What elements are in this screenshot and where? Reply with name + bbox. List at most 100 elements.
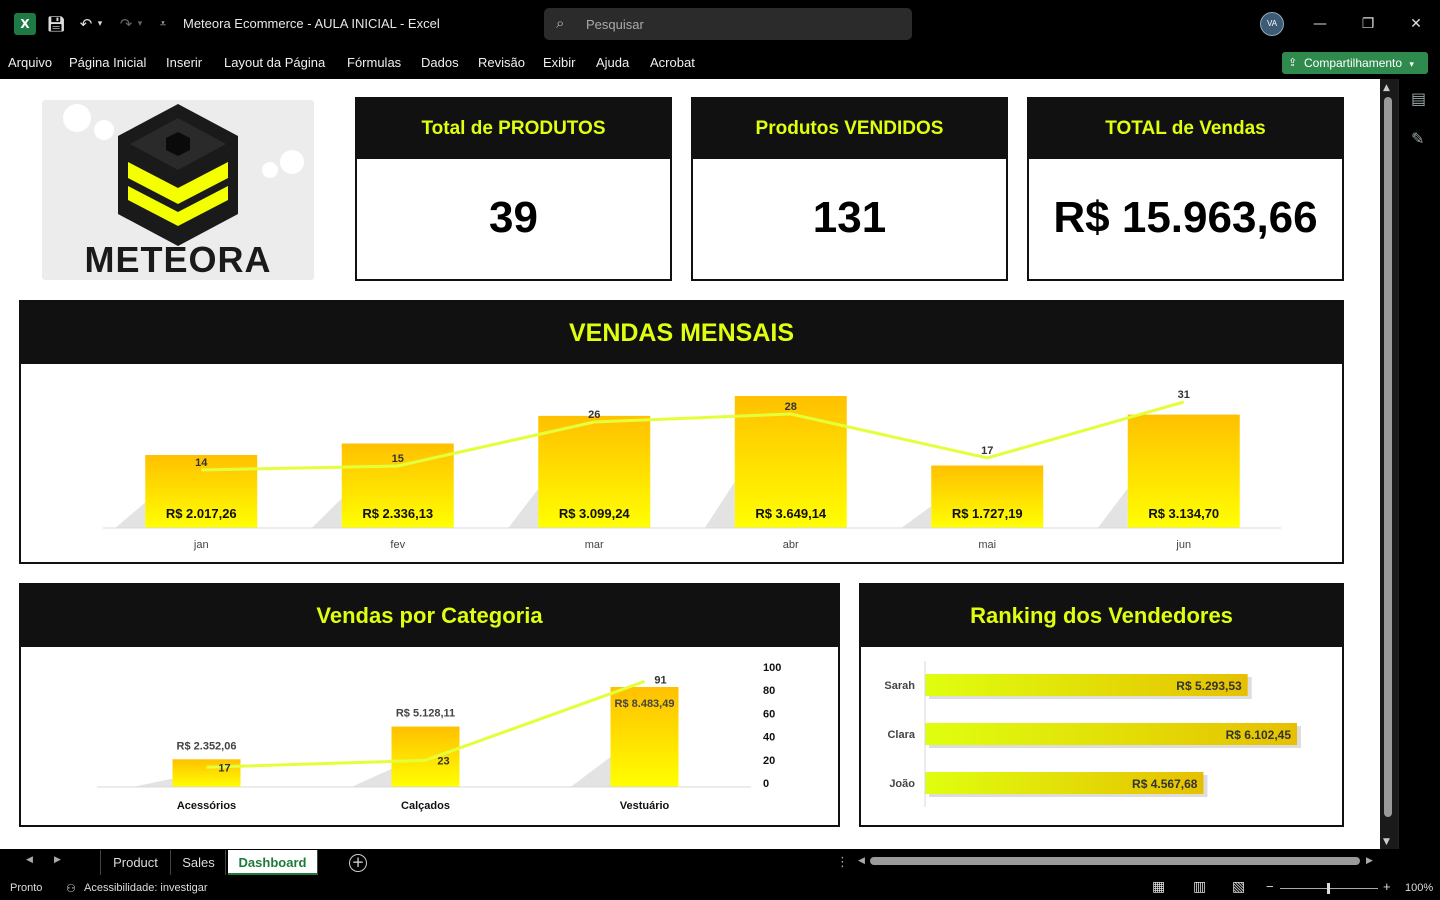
kpi-value: 131 — [812, 193, 887, 242]
bar-shadow — [508, 488, 539, 528]
bar-label: R$ 6.102,45 — [1226, 728, 1292, 742]
zoom-out-icon[interactable]: − — [1266, 879, 1274, 894]
zoom-level[interactable]: 100% — [1405, 882, 1433, 894]
x-tick-label: mar — [585, 539, 604, 551]
bar-shadow — [311, 498, 342, 528]
scroll-left-icon[interactable]: ◀ — [858, 856, 865, 866]
tab-sales[interactable]: Sales — [172, 850, 226, 875]
x-tick-label: abr — [783, 539, 799, 551]
tab-inserir[interactable]: Inserir — [166, 55, 202, 70]
bar-shadow — [570, 757, 611, 787]
next-sheet-icon[interactable]: ▶ — [54, 855, 61, 865]
tab-layout[interactable]: Layout da Página — [224, 55, 325, 70]
bar-label: R$ 8.483,49 — [615, 698, 675, 710]
scroll-down-icon[interactable]: ▼ — [1383, 837, 1390, 847]
x-tick-label: jan — [193, 539, 209, 551]
kpi-value: R$ 15.963,66 — [1053, 193, 1318, 242]
tab-acrobat[interactable]: Acrobat — [650, 55, 695, 70]
bar-shadow — [704, 481, 735, 528]
seller-ranking-title: Ranking dos Vendedores — [861, 585, 1342, 647]
undo-dropdown-icon[interactable]: ▾ — [94, 13, 106, 35]
restore-icon[interactable]: ❐ — [1356, 12, 1380, 36]
logo-graphic: METEORA — [63, 104, 304, 280]
y-tick-label: Sarah — [884, 680, 915, 692]
line-point-label: 26 — [588, 409, 600, 421]
designer-icon[interactable]: ✎ — [1411, 129, 1424, 148]
share-label: Compartilhamento — [1304, 56, 1403, 70]
bar-label: R$ 2.017,26 — [166, 506, 237, 521]
x-tick-label: mai — [978, 539, 996, 551]
scroll-right-icon[interactable]: ▶ — [1366, 856, 1373, 866]
bar-label: R$ 3.134,70 — [1148, 506, 1219, 521]
kpi-total-vendas: TOTAL de Vendas R$ 15.963,66 — [1027, 97, 1344, 281]
logo-text: METEORA — [85, 239, 272, 280]
minimize-icon[interactable]: — — [1308, 12, 1332, 36]
redo-dropdown-icon[interactable]: ▾ — [134, 13, 146, 35]
line-point-label: 14 — [195, 457, 208, 469]
add-sheet-icon[interactable]: + — [349, 854, 367, 872]
monthly-sales-chart: R$ 2.017,26 jan R$ 2.336,13 fev R$ 3.099,24 m… — [103, 389, 1281, 551]
kpi-label: TOTAL de Vendas — [1029, 99, 1342, 159]
accessibility-status[interactable]: Acessibilidade: investigar — [84, 882, 208, 894]
bar-label: R$ 2.352,06 — [177, 740, 237, 752]
prev-sheet-icon[interactable]: ◀ — [26, 855, 33, 865]
accessibility-icon[interactable]: ⚇ — [66, 882, 76, 895]
chevron-down-icon[interactable]: ▾ — [1409, 60, 1414, 70]
x-tick-label: Vestuário — [620, 800, 670, 812]
bar-label: R$ 5.128,11 — [396, 708, 455, 720]
side-panel: ▤ ✎ — [1398, 79, 1440, 849]
title-bar: X 💾︎ ↶ ▾ ↷ ▾ ⩡ Meteora Ecommerce - AULA … — [0, 0, 1440, 48]
tab-exibir[interactable]: Exibir — [543, 55, 576, 70]
tab-dashboard[interactable]: Dashboard — [228, 850, 318, 875]
y2-tick-label: 60 — [763, 708, 775, 720]
save-icon[interactable]: 💾︎ — [45, 13, 67, 35]
seller-ranking-panel: Ranking dos Vendedores R$ 5.293,53 Sarah R… — [859, 583, 1344, 827]
bar-shadow — [901, 506, 932, 528]
y-tick-label: João — [889, 778, 915, 790]
y-tick-label: Clara — [887, 729, 915, 741]
line-point-label: 28 — [785, 401, 797, 413]
bar-shadow — [132, 778, 173, 787]
page-break-icon[interactable]: ▧ — [1232, 879, 1245, 895]
meteora-logo: METEORA — [42, 100, 314, 280]
status-bar: Pronto ⚇ Acessibilidade: investigar ▦ ▥ … — [0, 877, 1440, 900]
tab-product[interactable]: Product — [100, 850, 171, 875]
kpi-total-produtos: Total de PRODUTOS 39 — [355, 97, 672, 281]
search-placeholder: Pesquisar — [586, 17, 644, 32]
bar-label: R$ 5.293,53 — [1176, 679, 1242, 693]
zoom-slider-handle[interactable] — [1327, 883, 1330, 894]
scrollbar-thumb[interactable] — [1384, 97, 1392, 817]
tab-ajuda[interactable]: Ajuda — [596, 55, 629, 70]
x-tick-label: fev — [390, 539, 405, 551]
tab-dados[interactable]: Dados — [421, 55, 459, 70]
tab-formulas[interactable]: Fórmulas — [347, 55, 401, 70]
avatar[interactable]: VA — [1260, 12, 1284, 36]
close-icon[interactable]: ✕ — [1404, 12, 1428, 36]
tab-pagina-inicial[interactable]: Página Inicial — [69, 55, 146, 70]
bar-label: R$ 2.336,13 — [362, 506, 433, 521]
notes-icon[interactable]: ▤ — [1411, 89, 1426, 108]
vertical-scrollbar[interactable]: ▲ ▼ — [1380, 79, 1398, 849]
search-box[interactable]: ⌕ Pesquisar — [544, 8, 912, 40]
horizontal-scrollbar[interactable] — [870, 857, 1360, 865]
line-point-label: 31 — [1178, 389, 1190, 401]
y2-tick-label: 40 — [763, 732, 775, 744]
search-icon: ⌕ — [556, 14, 565, 32]
category-sales-chart: R$ 2.352,06 Acessórios R$ 5.128,11 Calçados… — [97, 662, 781, 812]
y2-tick-label: 80 — [763, 685, 775, 697]
bar-label: R$ 3.099,24 — [559, 506, 631, 521]
zoom-in-icon[interactable]: + — [1383, 879, 1391, 894]
document-title: Meteora Ecommerce - AULA INICIAL - Excel — [183, 16, 440, 31]
monthly-sales-title: VENDAS MENSAIS — [21, 302, 1342, 364]
ribbon-tabs: Arquivo Página Inicial Inserir Layout da… — [0, 48, 1440, 78]
share-button[interactable]: ⇪ Compartilhamento ▾ — [1282, 52, 1428, 74]
tab-arquivo[interactable]: Arquivo — [8, 55, 52, 70]
customize-toolbar-icon[interactable]: ⩡ — [152, 13, 174, 35]
normal-view-icon[interactable]: ▦ — [1152, 879, 1165, 895]
scroll-up-icon[interactable]: ▲ — [1383, 83, 1390, 93]
share-icon: ⇪ — [1288, 56, 1298, 69]
tab-revisao[interactable]: Revisão — [478, 55, 525, 70]
y2-tick-label: 100 — [763, 662, 781, 674]
page-layout-icon[interactable]: ▥ — [1193, 879, 1206, 895]
more-options-icon[interactable]: ⋮ — [836, 855, 849, 870]
